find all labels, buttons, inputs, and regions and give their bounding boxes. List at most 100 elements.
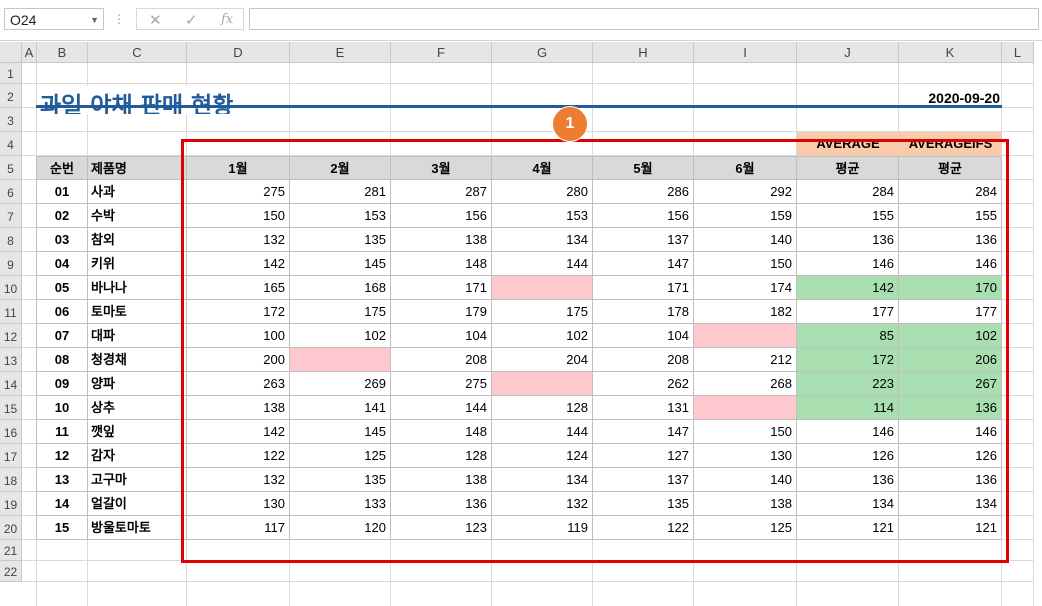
row-header-2[interactable]: 2 xyxy=(0,84,22,108)
table-value-cell: 148 xyxy=(391,252,492,276)
column-header-A[interactable]: A xyxy=(22,42,37,63)
row-header-4[interactable]: 4 xyxy=(0,132,22,156)
table-label-cell: 키위 xyxy=(88,252,187,276)
row-header-21[interactable]: 21 xyxy=(0,540,22,561)
table-header-cell: 4월 xyxy=(492,156,593,180)
row-header-20[interactable]: 20 xyxy=(0,516,22,540)
enter-icon[interactable]: ✓ xyxy=(185,11,198,29)
row-header-1[interactable]: 1 xyxy=(0,63,22,84)
table-value-cell: 147 xyxy=(593,420,694,444)
table-value-cell: 175 xyxy=(290,300,391,324)
row-header-22[interactable]: 22 xyxy=(0,561,22,582)
column-header-K[interactable]: K xyxy=(899,42,1002,63)
table-header-cell: 2월 xyxy=(290,156,391,180)
table-value-cell: 172 xyxy=(187,300,290,324)
column-header-I[interactable]: I xyxy=(694,42,797,63)
sheet-title: 과일 야채 판매 현황 xyxy=(40,86,240,114)
table-value-cell: 150 xyxy=(694,420,797,444)
column-header-F[interactable]: F xyxy=(391,42,492,63)
row-header-5[interactable]: 5 xyxy=(0,156,22,180)
column-header-L[interactable]: L xyxy=(1002,42,1034,63)
row-header-18[interactable]: 18 xyxy=(0,468,22,492)
table-value-cell: 267 xyxy=(899,372,1002,396)
table-label-cell: 바나나 xyxy=(88,276,187,300)
table-value-cell: 130 xyxy=(694,444,797,468)
table-value-cell: 212 xyxy=(694,348,797,372)
table-label-cell: 상추 xyxy=(88,396,187,420)
row-header-6[interactable]: 6 xyxy=(0,180,22,204)
row-header-16[interactable]: 16 xyxy=(0,420,22,444)
column-header-G[interactable]: G xyxy=(492,42,593,63)
column-header-J[interactable]: J xyxy=(797,42,899,63)
formula-input[interactable] xyxy=(249,8,1039,30)
table-value-cell: 153 xyxy=(492,204,593,228)
row-header-12[interactable]: 12 xyxy=(0,324,22,348)
chevron-down-icon[interactable]: ▼ xyxy=(90,9,99,31)
table-value-cell: 179 xyxy=(391,300,492,324)
table-value-cell: 85 xyxy=(797,324,899,348)
table-header-cell: 평균 xyxy=(797,156,899,180)
table-value-cell: 122 xyxy=(593,516,694,540)
table-header-cell: 3월 xyxy=(391,156,492,180)
table-value-cell: 136 xyxy=(797,468,899,492)
table-label-cell: 07 xyxy=(37,324,88,348)
row-header-7[interactable]: 7 xyxy=(0,204,22,228)
row-header-14[interactable]: 14 xyxy=(0,372,22,396)
table-value-cell: 117 xyxy=(187,516,290,540)
table-value-cell: 286 xyxy=(593,180,694,204)
table-label-cell: 얼갈이 xyxy=(88,492,187,516)
table-value-cell: 284 xyxy=(797,180,899,204)
table-value-cell: 146 xyxy=(797,252,899,276)
table-value-cell: 268 xyxy=(694,372,797,396)
function-label-average: AVERAGE xyxy=(797,132,899,156)
table-value-cell: 104 xyxy=(391,324,492,348)
table-value-cell: 287 xyxy=(391,180,492,204)
row-header-17[interactable]: 17 xyxy=(0,444,22,468)
more-options-icon: ⋮ xyxy=(113,12,125,26)
table-value-cell: 102 xyxy=(290,324,391,348)
table-value-cell xyxy=(290,348,391,372)
table-value-cell: 134 xyxy=(899,492,1002,516)
table-value-cell: 156 xyxy=(593,204,694,228)
table-label-cell: 고구마 xyxy=(88,468,187,492)
table-label-cell: 14 xyxy=(37,492,88,516)
row-header-19[interactable]: 19 xyxy=(0,492,22,516)
row-header-13[interactable]: 13 xyxy=(0,348,22,372)
table-value-cell: 135 xyxy=(290,228,391,252)
column-header-B[interactable]: B xyxy=(37,42,88,63)
table-label-cell: 감자 xyxy=(88,444,187,468)
table-value-cell: 100 xyxy=(187,324,290,348)
table-header-cell: 1월 xyxy=(187,156,290,180)
column-header-C[interactable]: C xyxy=(88,42,187,63)
row-header-10[interactable]: 10 xyxy=(0,276,22,300)
row-header-9[interactable]: 9 xyxy=(0,252,22,276)
table-value-cell: 223 xyxy=(797,372,899,396)
table-value-cell: 140 xyxy=(694,468,797,492)
column-header-E[interactable]: E xyxy=(290,42,391,63)
table-value-cell xyxy=(694,396,797,420)
table-label-cell: 11 xyxy=(37,420,88,444)
table-value-cell: 134 xyxy=(492,228,593,252)
table-value-cell: 136 xyxy=(391,492,492,516)
table-value-cell: 155 xyxy=(899,204,1002,228)
table-value-cell: 136 xyxy=(797,228,899,252)
cancel-icon[interactable]: ✕ xyxy=(149,11,162,29)
column-header-H[interactable]: H xyxy=(593,42,694,63)
column-header-D[interactable]: D xyxy=(187,42,290,63)
table-value-cell: 130 xyxy=(187,492,290,516)
row-header-3[interactable]: 3 xyxy=(0,108,22,132)
table-value-cell: 182 xyxy=(694,300,797,324)
table-value-cell: 153 xyxy=(290,204,391,228)
formula-bar: O24 ▼ ⋮ ✕ ✓ fx xyxy=(0,0,1042,41)
row-header-8[interactable]: 8 xyxy=(0,228,22,252)
row-header-11[interactable]: 11 xyxy=(0,300,22,324)
table-value-cell: 204 xyxy=(492,348,593,372)
name-box[interactable]: O24 ▼ xyxy=(4,8,104,30)
table-label-cell: 수박 xyxy=(88,204,187,228)
table-value-cell: 150 xyxy=(694,252,797,276)
table-value-cell: 284 xyxy=(899,180,1002,204)
title-underline xyxy=(36,105,1002,108)
row-header-15[interactable]: 15 xyxy=(0,396,22,420)
insert-function-icon[interactable]: fx xyxy=(221,12,233,27)
select-all-corner[interactable] xyxy=(0,42,22,63)
